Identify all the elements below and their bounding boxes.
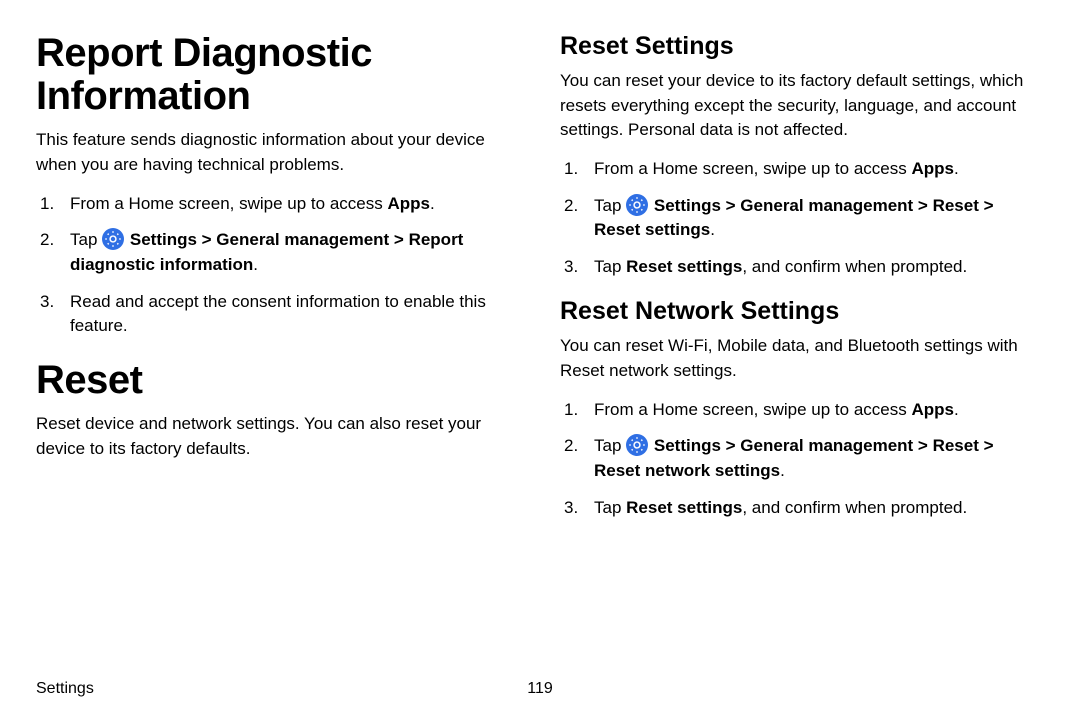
report-step-1: From a Home screen, swipe up to access A… <box>36 192 520 217</box>
step-bold-apps: Apps <box>911 159 954 178</box>
reset-settings-intro: You can reset your device to its factory… <box>560 69 1044 143</box>
left-column: Report Diagnostic Information This featu… <box>36 32 520 538</box>
reset-settings-step-3: Tap Reset settings, and confirm when pro… <box>560 255 1044 280</box>
step-text: From a Home screen, swipe up to access <box>70 194 387 213</box>
two-column-layout: Report Diagnostic Information This featu… <box>36 32 1044 538</box>
step-text: Tap <box>594 196 626 215</box>
report-steps: From a Home screen, swipe up to access A… <box>36 192 520 339</box>
step-text: . <box>780 461 785 480</box>
report-step-3: Read and accept the consent information … <box>36 290 520 339</box>
step-text: . <box>253 255 258 274</box>
step-text: Tap <box>70 230 102 249</box>
step-nav-path: Settings > General management > Reset > … <box>594 436 994 480</box>
reset-settings-steps: From a Home screen, swipe up to access A… <box>560 157 1044 280</box>
step-nav-path: Settings > General management > Reset > … <box>594 196 994 240</box>
step-text: From a Home screen, swipe up to access <box>594 159 911 178</box>
settings-icon <box>102 228 124 250</box>
step-text: Tap <box>594 498 626 517</box>
footer-section-label: Settings <box>36 680 94 698</box>
page-footer: Settings 119 <box>36 680 1044 698</box>
step-text: . <box>954 400 959 419</box>
right-column: Reset Settings You can reset your device… <box>560 32 1044 538</box>
step-text: . <box>710 220 715 239</box>
reset-settings-step-2: Tap Settings > General management > Rese… <box>560 194 1044 243</box>
step-nav-path: Settings > General management > Report d… <box>70 230 463 274</box>
report-step-2: Tap Settings > General management > Repo… <box>36 228 520 277</box>
step-text: . <box>954 159 959 178</box>
heading-reset-settings: Reset Settings <box>560 32 1044 61</box>
step-text: Read and accept the consent information … <box>70 292 486 336</box>
reset-settings-step-1: From a Home screen, swipe up to access A… <box>560 157 1044 182</box>
reset-network-step-2: Tap Settings > General management > Rese… <box>560 434 1044 483</box>
step-bold-apps: Apps <box>387 194 430 213</box>
step-bold-reset: Reset settings <box>626 257 742 276</box>
reset-network-step-3: Tap Reset settings, and confirm when pro… <box>560 496 1044 521</box>
step-text: From a Home screen, swipe up to access <box>594 400 911 419</box>
step-bold-apps: Apps <box>911 400 954 419</box>
step-text: , and confirm when prompted. <box>742 257 967 276</box>
settings-icon <box>626 194 648 216</box>
reset-intro-text: Reset device and network settings. You c… <box>36 412 520 461</box>
step-text: Tap <box>594 257 626 276</box>
report-intro-text: This feature sends diagnostic informatio… <box>36 128 520 177</box>
settings-icon <box>626 434 648 456</box>
reset-network-steps: From a Home screen, swipe up to access A… <box>560 398 1044 521</box>
reset-network-intro: You can reset Wi-Fi, Mobile data, and Bl… <box>560 334 1044 383</box>
footer-page-number: 119 <box>527 680 553 698</box>
heading-report-diagnostic: Report Diagnostic Information <box>36 32 520 118</box>
heading-reset: Reset <box>36 359 520 402</box>
manual-page: Report Diagnostic Information This featu… <box>0 0 1080 720</box>
reset-network-step-1: From a Home screen, swipe up to access A… <box>560 398 1044 423</box>
step-bold-reset: Reset settings <box>626 498 742 517</box>
step-text: , and confirm when prompted. <box>742 498 967 517</box>
step-text: Tap <box>594 436 626 455</box>
heading-reset-network: Reset Network Settings <box>560 297 1044 326</box>
step-text: . <box>430 194 435 213</box>
